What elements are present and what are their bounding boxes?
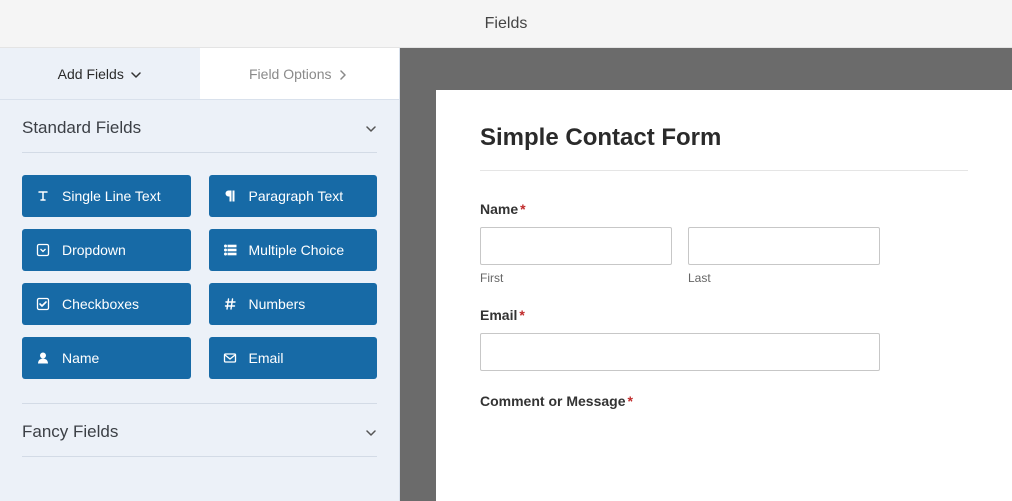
required-mark: * — [520, 201, 525, 217]
tab-field-options[interactable]: Field Options — [200, 48, 400, 99]
sidebar: Add Fields Field Options Standard Fields — [0, 48, 400, 501]
sublabel-last: Last — [688, 271, 880, 285]
form-field-email: Email* — [480, 307, 968, 371]
main: Add Fields Field Options Standard Fields — [0, 48, 1012, 501]
field-name[interactable]: Name — [22, 337, 191, 379]
chevron-right-icon — [337, 69, 349, 81]
hash-icon — [223, 297, 237, 311]
field-label: Single Line Text — [62, 188, 161, 204]
standard-fields-grid: Single Line Text Paragraph Text Dropdown — [22, 153, 377, 403]
section-standard-fields: Standard Fields Single Line Text — [0, 100, 399, 403]
page-header: Fields — [0, 0, 1012, 48]
field-label: Name — [62, 350, 99, 366]
form-preview: Simple Contact Form Name* First Last — [436, 90, 1012, 501]
field-numbers[interactable]: Numbers — [209, 283, 378, 325]
dropdown-square-icon — [36, 243, 50, 257]
page-title: Fields — [485, 15, 528, 33]
field-label: Checkboxes — [62, 296, 139, 312]
section-fancy-fields-header[interactable]: Fancy Fields — [22, 403, 377, 457]
field-label: Paragraph Text — [249, 188, 344, 204]
section-standard-fields-header[interactable]: Standard Fields — [22, 118, 377, 153]
chevron-down-icon — [365, 427, 377, 439]
field-multiple-choice[interactable]: Multiple Choice — [209, 229, 378, 271]
sidebar-tabs: Add Fields Field Options — [0, 48, 399, 100]
input-last-name[interactable] — [688, 227, 880, 265]
field-label: Multiple Choice — [249, 242, 345, 258]
field-label: Numbers — [249, 296, 306, 312]
list-icon — [223, 243, 237, 257]
form-title: Simple Contact Form — [480, 124, 968, 152]
required-mark: * — [519, 307, 524, 323]
sublabel-first: First — [480, 271, 672, 285]
field-dropdown[interactable]: Dropdown — [22, 229, 191, 271]
input-first-name[interactable] — [480, 227, 672, 265]
section-fancy-fields: Fancy Fields — [0, 403, 399, 457]
tab-add-fields[interactable]: Add Fields — [0, 48, 200, 99]
label-name: Name* — [480, 201, 968, 217]
section-standard-fields-title: Standard Fields — [22, 118, 141, 138]
tab-add-fields-label: Add Fields — [58, 66, 124, 82]
chevron-down-icon — [130, 69, 142, 81]
field-paragraph-text[interactable]: Paragraph Text — [209, 175, 378, 217]
label-name-text: Name — [480, 201, 518, 217]
preview-area: Simple Contact Form Name* First Last — [400, 48, 1012, 501]
section-fancy-fields-title: Fancy Fields — [22, 422, 118, 442]
text-cursor-icon — [36, 189, 50, 203]
field-label: Dropdown — [62, 242, 126, 258]
chevron-down-icon — [365, 123, 377, 135]
tab-field-options-label: Field Options — [249, 66, 331, 82]
label-comment-text: Comment or Message — [480, 393, 625, 409]
form-field-comment: Comment or Message* — [480, 393, 968, 409]
input-email[interactable] — [480, 333, 880, 371]
form-field-name: Name* First Last — [480, 201, 968, 285]
check-square-icon — [36, 297, 50, 311]
envelope-icon — [223, 351, 237, 365]
user-icon — [36, 351, 50, 365]
field-email[interactable]: Email — [209, 337, 378, 379]
label-email: Email* — [480, 307, 968, 323]
field-label: Email — [249, 350, 284, 366]
paragraph-icon — [223, 189, 237, 203]
divider — [480, 170, 968, 171]
label-comment: Comment or Message* — [480, 393, 968, 409]
label-email-text: Email — [480, 307, 517, 323]
field-checkboxes[interactable]: Checkboxes — [22, 283, 191, 325]
field-single-line-text[interactable]: Single Line Text — [22, 175, 191, 217]
required-mark: * — [627, 393, 632, 409]
